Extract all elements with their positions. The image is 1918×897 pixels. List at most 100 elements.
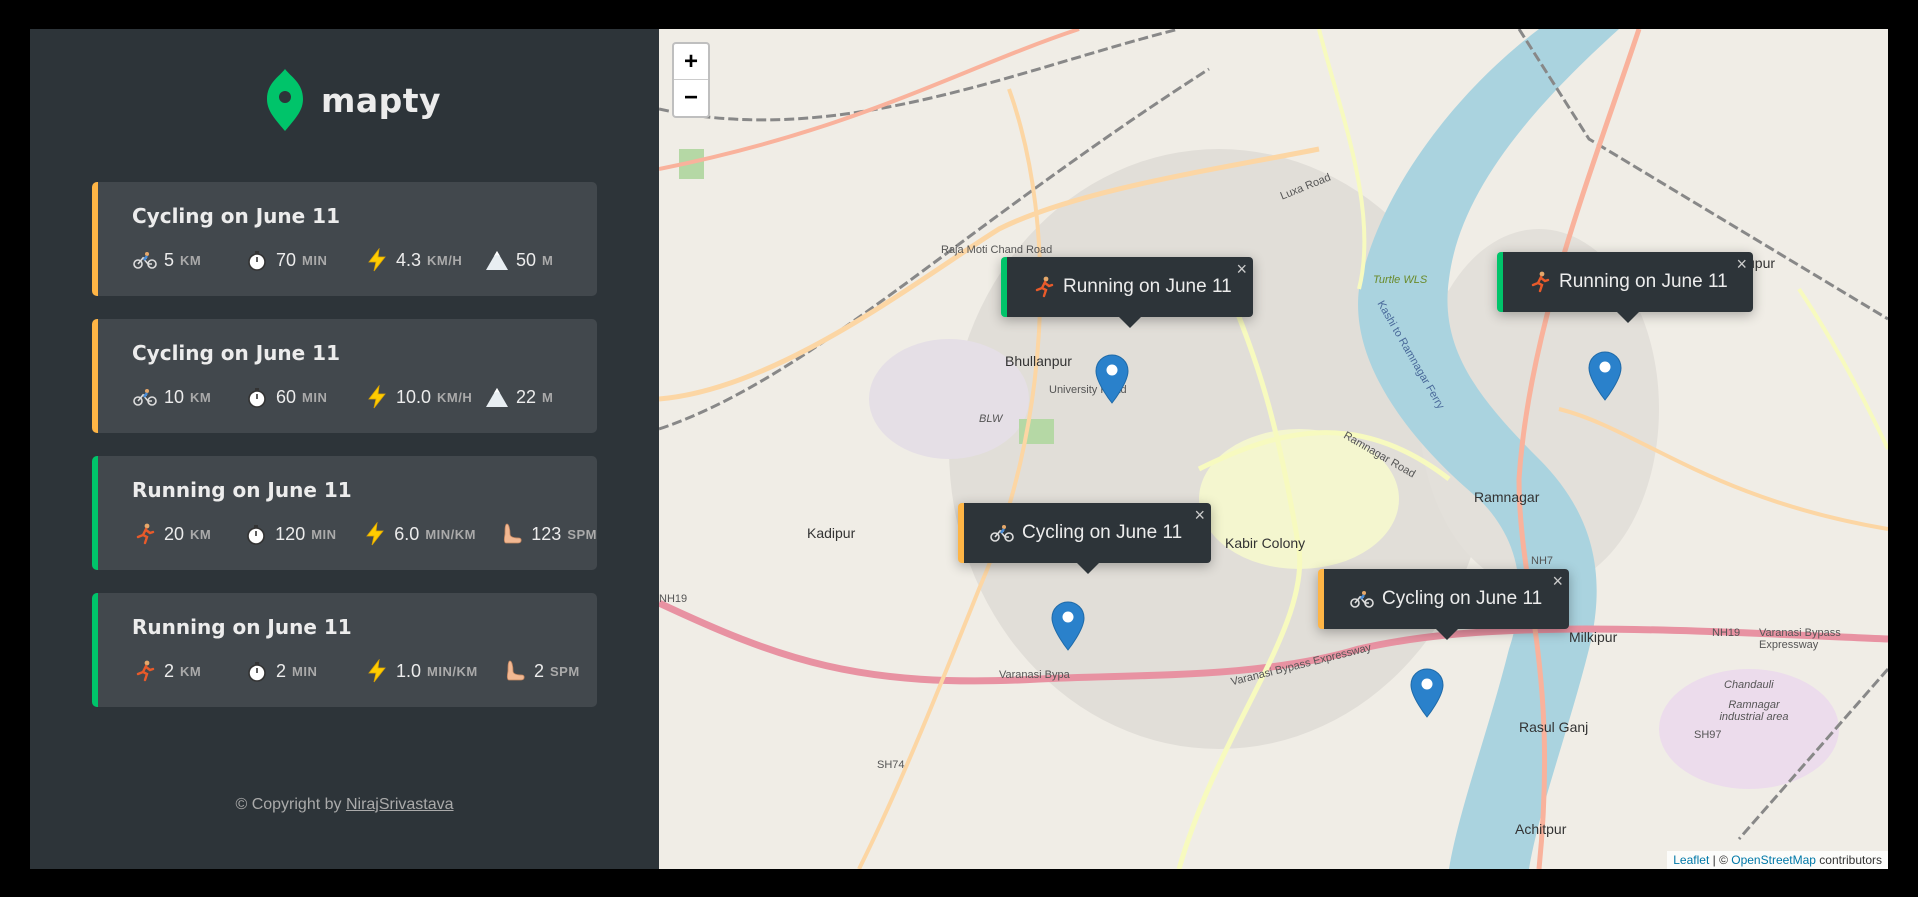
copyright: © Copyright by NirajSrivastava — [30, 796, 659, 814]
workout-title: Cycling on June 11 — [132, 204, 341, 228]
popup-label: Cycling on June 11 — [1382, 588, 1543, 609]
map-label-sh74: SH74 — [877, 759, 905, 771]
workout-popup-cycling[interactable]: Cycling on June 11 × — [958, 503, 1211, 574]
speed-unit: MIN/KM — [425, 526, 476, 542]
sidebar: mapty Cycling on June 11 5 KM 70 MIN 4.3… — [30, 29, 659, 869]
duration-unit: MIN — [311, 526, 337, 542]
workout-card-cycling[interactable]: Cycling on June 11 5 KM 70 MIN 4.3 KM/H … — [92, 182, 597, 296]
workout-distance: 2 KM — [132, 659, 244, 683]
cyclist-icon — [1350, 589, 1374, 609]
lightning-icon — [364, 248, 390, 272]
workout-duration: 120 MIN — [243, 522, 362, 546]
map-tiles[interactable] — [659, 29, 1888, 869]
workout-card-running[interactable]: Running on June 11 20 KM 120 MIN 6.0 MIN… — [92, 456, 597, 570]
workout-distance: 20 KM — [132, 522, 243, 546]
popup-close-button[interactable]: × — [1552, 571, 1563, 592]
map-pin-logo-icon — [267, 69, 303, 131]
workout-duration: 60 MIN — [244, 385, 364, 409]
cyclist-icon — [132, 248, 158, 272]
map-label-bhullanpur: Bhullanpur — [1005, 353, 1072, 369]
map[interactable]: Bhullanpur Kadipur Kabir Colony Ramnagar… — [659, 29, 1888, 869]
workout-details: 2 KM 2 MIN 1.0 MIN/KM 2 SPM — [132, 659, 597, 683]
popup-close-button[interactable]: × — [1194, 505, 1205, 526]
speed-unit: KM/H — [437, 389, 473, 405]
distance-unit: KM — [180, 663, 202, 679]
distance-unit: KM — [180, 252, 202, 268]
distance-unit: KM — [190, 389, 212, 405]
stopwatch-icon — [243, 522, 269, 546]
extra-value: 22 — [516, 386, 537, 407]
popup-close-button[interactable]: × — [1736, 254, 1747, 275]
author-link[interactable]: NirajSrivastava — [346, 796, 454, 813]
map-label-milkipur: Milkipur — [1569, 629, 1618, 645]
workout-card-running[interactable]: Running on June 11 2 KM 2 MIN 1.0 MIN/KM… — [92, 593, 597, 707]
workout-speed: 6.0 MIN/KM — [362, 522, 499, 546]
workout-duration: 70 MIN — [244, 248, 364, 272]
map-label-sh97: SH97 — [1694, 729, 1722, 741]
map-label-nh7: NH7 — [1531, 555, 1554, 567]
workout-card-cycling[interactable]: Cycling on June 11 10 KM 60 MIN 10.0 KM/… — [92, 319, 597, 433]
popup-label: Running on June 11 — [1063, 276, 1232, 297]
mountain-icon — [484, 248, 510, 272]
workout-popup-cycling[interactable]: Cycling on June 11 × — [1318, 569, 1569, 640]
lightning-icon — [362, 522, 388, 546]
map-label-blw: BLW — [979, 413, 1003, 425]
map-marker-icon[interactable] — [1095, 354, 1129, 404]
popup-label: Cycling on June 11 — [1022, 522, 1183, 543]
duration-value: 2 — [276, 660, 287, 681]
map-label-varanasi-bypass-east: Varanasi Bypass Expressway — [1759, 627, 1841, 651]
logo: mapty — [263, 67, 441, 133]
workout-title: Running on June 11 — [132, 615, 352, 639]
distance-value: 20 — [164, 523, 185, 544]
distance-unit: KM — [190, 526, 212, 542]
zoom-control: + − — [672, 42, 710, 118]
leaflet-link[interactable]: Leaflet — [1673, 853, 1709, 867]
map-label-nh19-east: NH19 — [1712, 627, 1741, 639]
map-label-kabir-colony: Kabir Colony — [1225, 535, 1306, 551]
lightning-icon — [364, 385, 390, 409]
popup-close-button[interactable]: × — [1236, 259, 1247, 280]
map-label-chandauli: Chandauli — [1724, 679, 1774, 691]
duration-unit: MIN — [292, 663, 318, 679]
distance-value: 10 — [164, 386, 185, 407]
map-label-turtle-wls: Turtle WLS — [1373, 274, 1428, 286]
zoom-out-button[interactable]: − — [674, 80, 708, 116]
osm-link[interactable]: OpenStreetMap — [1731, 853, 1816, 867]
runner-icon — [132, 659, 158, 683]
cyclist-icon — [990, 523, 1014, 543]
workout-popup-running[interactable]: Running on June 11 × — [1497, 252, 1753, 323]
extra-unit: SPM — [567, 526, 597, 542]
speed-unit: KM/H — [427, 252, 463, 268]
attribution-suffix: contributors — [1815, 853, 1882, 867]
stopwatch-icon — [244, 248, 270, 272]
workout-popup-running[interactable]: Running on June 11 × — [1001, 257, 1253, 328]
map-attribution: Leaflet | © OpenStreetMap contributors — [1667, 851, 1888, 869]
lightning-icon — [364, 659, 390, 683]
workout-title: Running on June 11 — [132, 478, 352, 502]
workout-details: 20 KM 120 MIN 6.0 MIN/KM 123 SPM — [132, 522, 597, 546]
map-marker-icon[interactable] — [1588, 351, 1622, 401]
duration-unit: MIN — [302, 389, 328, 405]
map-label-ramnagar: Ramnagar — [1474, 489, 1540, 505]
brand-name: mapty — [321, 80, 442, 120]
workout-details: 5 KM 70 MIN 4.3 KM/H 50 M — [132, 248, 597, 272]
app-container: mapty Cycling on June 11 5 KM 70 MIN 4.3… — [30, 29, 1888, 869]
workout-speed: 4.3 KM/H — [364, 248, 484, 272]
map-marker-icon[interactable] — [1410, 668, 1444, 718]
speed-value: 1.0 — [396, 660, 422, 681]
zoom-in-button[interactable]: + — [674, 44, 708, 80]
map-label-varanasi-bypa: Varanasi Bypa — [999, 669, 1070, 681]
map-label-rasul-ganj: Rasul Ganj — [1519, 719, 1589, 735]
map-label-kadipur: Kadipur — [807, 525, 856, 541]
foot-icon — [499, 522, 525, 546]
duration-unit: MIN — [302, 252, 328, 268]
duration-value: 70 — [276, 249, 297, 270]
map-label-raja-moti-chand-road: Raja Moti Chand Road — [941, 244, 1053, 256]
stopwatch-icon — [244, 385, 270, 409]
speed-value: 4.3 — [396, 249, 422, 270]
runner-icon — [1529, 271, 1551, 293]
workout-title: Cycling on June 11 — [132, 341, 341, 365]
speed-unit: MIN/KM — [427, 663, 478, 679]
attribution-sep: | © — [1709, 853, 1732, 867]
map-marker-icon[interactable] — [1051, 601, 1085, 651]
